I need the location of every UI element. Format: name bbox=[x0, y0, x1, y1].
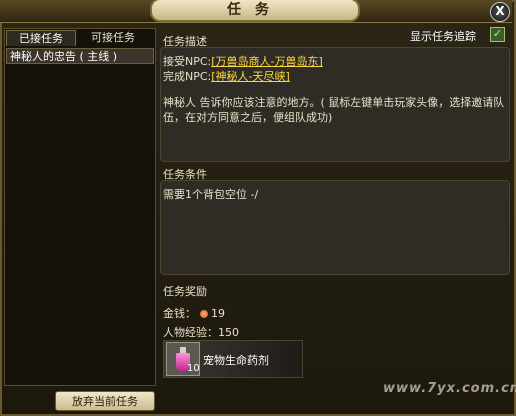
coin-icon bbox=[200, 310, 208, 318]
description-text: 神秘人 告诉你应该注意的地方。( 鼠标左键单击玩家头像，选择邀请队伍，在对方同意… bbox=[163, 96, 505, 124]
tab-available[interactable]: 可接任务 bbox=[78, 30, 148, 46]
complete-npc-link[interactable]: [神秘人-天尽峡] bbox=[211, 70, 290, 83]
conditions-text: 需要1个背包空位 -/ bbox=[163, 188, 259, 201]
window-title: 任务 bbox=[150, 0, 360, 22]
accept-npc-prefix: 接受NPC: bbox=[163, 55, 212, 68]
money-label: 金钱： bbox=[163, 307, 196, 320]
quest-list-item[interactable]: 神秘人的忠告 ( 主线 ) bbox=[6, 48, 154, 64]
exp-label: 人物经验： bbox=[163, 326, 218, 339]
tab-accepted[interactable]: 已接任务 bbox=[6, 30, 76, 46]
watermark: www.7yx.com.cn bbox=[383, 381, 516, 396]
track-label: 显示任务追踪 bbox=[410, 30, 476, 43]
abandon-quest-button[interactable]: 放弃当前任务 bbox=[55, 391, 155, 411]
complete-npc-line: 完成NPC:[神秘人-天尽峡] bbox=[163, 68, 290, 84]
item-name: 宠物生命药剂 bbox=[203, 354, 269, 367]
track-checkbox[interactable]: ✓ bbox=[490, 27, 505, 42]
accept-npc-link[interactable]: [万兽岛商人-万兽岛东] bbox=[211, 55, 323, 68]
accept-npc-line: 接受NPC:[万兽岛商人-万兽岛东] bbox=[163, 53, 323, 69]
complete-npc-prefix: 完成NPC: bbox=[163, 70, 212, 83]
money-reward: 金钱： 19 bbox=[163, 305, 225, 321]
exp-reward: 人物经验：150 bbox=[163, 324, 239, 340]
quest-list-panel bbox=[4, 28, 156, 386]
rewards-title: 任务奖励 bbox=[163, 285, 207, 298]
item-count: 10 bbox=[187, 363, 200, 374]
exp-value: 150 bbox=[218, 326, 239, 339]
money-value: 19 bbox=[211, 307, 225, 320]
title-bar: 任务 bbox=[0, 0, 512, 23]
close-button[interactable]: X bbox=[490, 2, 510, 22]
